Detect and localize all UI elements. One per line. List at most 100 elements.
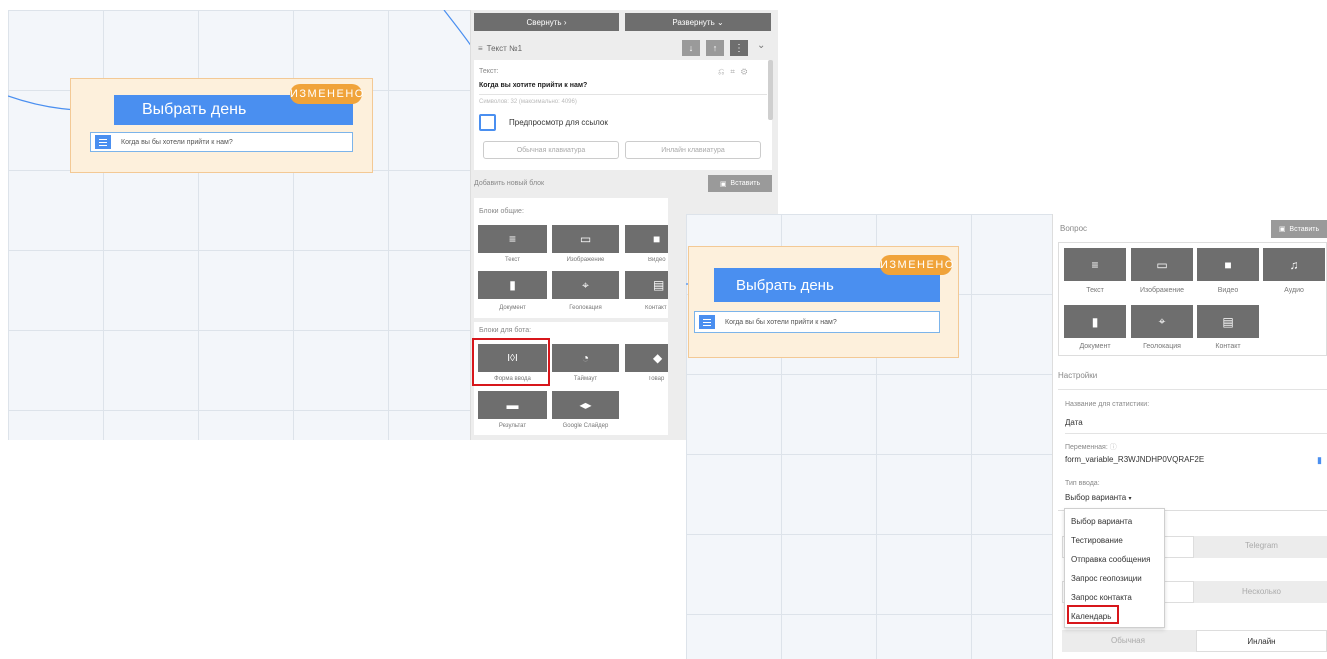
dropdown-option-choice[interactable]: Выбор варианта — [1065, 512, 1164, 531]
right-tile-document[interactable]: ▮ — [1064, 305, 1126, 338]
input-form-highlight — [472, 338, 550, 386]
right-tile-image[interactable]: ▭ — [1131, 248, 1193, 281]
common-blocks-label: Блоки общие: — [479, 208, 524, 215]
block-tile-timeout[interactable]: ◔ — [552, 344, 619, 372]
music-icon: ♫ — [1289, 257, 1299, 272]
text-block-icon: ≡ — [478, 43, 483, 53]
block-tile-text[interactable]: ≡ — [478, 225, 547, 253]
document-icon: ▮ — [1091, 314, 1099, 329]
geolocation-icon: ⌖ — [582, 277, 589, 292]
text-divider — [479, 94, 767, 95]
slider-arrows-icon: ◂▸ — [579, 398, 592, 412]
block-tile-image[interactable]: ▭ — [552, 225, 619, 253]
settings-label: Настройки — [1058, 371, 1098, 380]
block-tile-google-slider[interactable]: ◂▸ — [552, 391, 619, 419]
result-icon: ▬ — [506, 398, 519, 412]
document-icon: ▮ — [509, 278, 516, 292]
block-title: Текст №1 — [486, 43, 523, 53]
expand-label: Развернуть — [672, 17, 715, 27]
caret-down-icon: ▾ — [1128, 496, 1132, 502]
right-node-row[interactable]: Когда вы бы хотели прийти к нам? — [694, 311, 940, 333]
block-tile-document[interactable]: ▮ — [478, 271, 547, 299]
block-tile-product[interactable]: ◆ — [625, 344, 668, 372]
clipboard-icon: ▣ — [1278, 226, 1286, 233]
right-tile-contact-label: Контакт — [1215, 343, 1241, 350]
block-tile-video-label: Видео — [648, 257, 666, 263]
contact-icon: ▤ — [653, 278, 665, 292]
timer-icon: ◔ — [581, 351, 590, 365]
keyboard-inline-button[interactable]: Инлайн клавиатура — [625, 141, 761, 159]
help-icon[interactable]: ⓘ — [1110, 444, 1117, 451]
block-tile-image-label: Изображение — [566, 257, 605, 263]
block-tile-result[interactable]: ▬ — [478, 391, 547, 419]
contact-icon: ▤ — [1222, 314, 1234, 329]
left-node-row[interactable]: Когда вы бы хотели прийти к нам? — [90, 132, 353, 152]
right-tile-audio-label: Аудио — [1284, 287, 1304, 294]
input-type-select[interactable]: Выбор варианта ▾ — [1065, 493, 1131, 502]
text-label: Текст: — [479, 68, 499, 75]
right-tile-text[interactable]: ≡ — [1064, 248, 1126, 281]
move-down-button[interactable]: ↓ — [682, 40, 700, 56]
right-tile-video-label: Видео — [1217, 287, 1239, 294]
video-icon: ■ — [1224, 257, 1232, 272]
block-tile-timeout-label: Таймаут — [573, 376, 598, 382]
more-button[interactable]: ⋮ — [730, 40, 748, 56]
keyboard-normal-button[interactable]: Обычная клавиатура — [483, 141, 619, 159]
block-tile-geolocation-label: Геолокация — [569, 305, 602, 311]
video-icon: ■ — [653, 232, 661, 246]
right-tile-audio[interactable]: ♫ — [1263, 248, 1325, 281]
block-tile-video[interactable]: ■ — [625, 225, 668, 253]
insert-button[interactable]: ▣ Вставить — [708, 175, 772, 192]
image-icon: ▭ — [579, 232, 592, 246]
block-tile-google-slider-label: Google Слайдер — [562, 423, 609, 429]
collapse-button[interactable]: Свернуть › — [474, 13, 619, 31]
collapse-chevron-icon[interactable]: ⌄ — [757, 40, 765, 51]
expand-button[interactable]: Развернуть ⌄ — [625, 13, 771, 31]
image-icon: ▭ — [1156, 257, 1168, 272]
block-tile-contact-label: Контакт — [645, 305, 667, 311]
chevron-right-icon: › — [563, 17, 567, 27]
block-tile-contact[interactable]: ▤ — [625, 271, 668, 299]
dropdown-option-geolocation[interactable]: Запрос геопозиции — [1065, 569, 1164, 588]
right-tile-video[interactable]: ■ — [1197, 248, 1259, 281]
calendar-highlight — [1067, 605, 1119, 624]
preview-checkbox[interactable] — [479, 114, 496, 131]
clipboard-icon: ▣ — [719, 180, 727, 188]
right-tile-geolocation[interactable]: ⌖ — [1131, 305, 1193, 338]
input-type-value: Выбор варианта — [1065, 493, 1127, 502]
right-insert-button[interactable]: ▣ Вставить — [1271, 220, 1327, 238]
copy-icon[interactable]: ▮ — [1317, 455, 1322, 466]
right-tile-text-label: Текст — [1086, 287, 1104, 294]
variable-label: Переменная: ⓘ — [1065, 442, 1117, 452]
collapse-label: Свернуть — [526, 17, 562, 27]
text-icon — [699, 315, 715, 329]
bot-blocks-label: Блоки для бота: — [479, 327, 532, 334]
multiple-option[interactable]: Несколько — [1196, 587, 1327, 596]
right-tile-geolocation-label: Геолокация — [1143, 343, 1181, 350]
chevron-down-icon: ⌄ — [716, 17, 724, 27]
geolocation-icon: ⌖ — [1158, 314, 1166, 328]
text-icon: ≡ — [508, 232, 516, 246]
keyboard-inline-option[interactable]: Инлайн — [1196, 630, 1327, 652]
keyboard-normal-option[interactable]: Обычная — [1062, 636, 1194, 645]
insert-label: Вставить — [730, 180, 761, 187]
text-icon — [95, 135, 111, 149]
right-node-title-text: Выбрать день — [736, 276, 834, 294]
variable-field[interactable]: form_variable_R3WJNDHP0VQRAF2E — [1065, 455, 1204, 464]
block-tile-geolocation[interactable]: ⌖ — [552, 271, 619, 299]
stat-name-label: Название для статистики: — [1065, 401, 1150, 408]
text-icon: ≡ — [1091, 257, 1099, 272]
dropdown-option-testing[interactable]: Тестирование — [1065, 531, 1164, 550]
dropdown-option-send-message[interactable]: Отправка сообщения — [1065, 550, 1164, 569]
text-value[interactable]: Когда вы хотите прийти к нам? — [479, 82, 587, 89]
right-tile-contact[interactable]: ▤ — [1197, 305, 1259, 338]
right-tile-image-label: Изображение — [1139, 287, 1185, 294]
input-type-label: Тип ввода: — [1065, 480, 1100, 487]
block-header: ≡ Текст №1 — [474, 38, 774, 58]
move-up-button[interactable]: ↑ — [706, 40, 724, 56]
right-insert-label: Вставить — [1289, 225, 1320, 233]
stat-name-field[interactable]: Дата — [1065, 418, 1083, 427]
telegram-option[interactable]: Telegram — [1196, 541, 1327, 550]
left-panel-scrollbar[interactable] — [768, 60, 773, 120]
block-tile-text-label: Текст — [504, 257, 521, 263]
